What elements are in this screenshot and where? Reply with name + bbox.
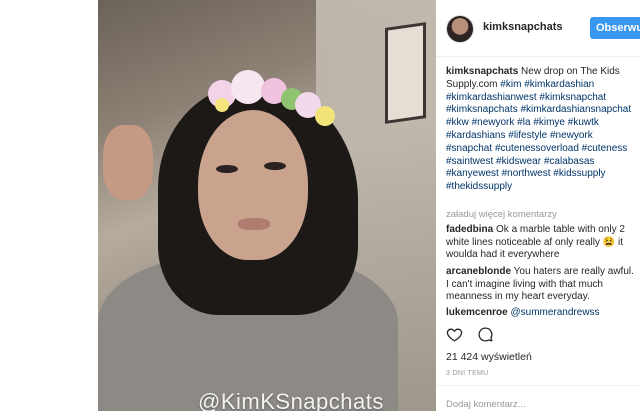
comment-username[interactable]: lukemcenroe <box>446 307 508 318</box>
caption-hashtags: #kim #kimkardashian #kimkardashianwest #… <box>446 79 631 192</box>
load-more-comments-link[interactable]: załaduj więcej komentarzy <box>446 209 557 220</box>
hashtag-link[interactable]: #kardashians <box>446 130 505 141</box>
comment: arcaneblonde You haters are really awful… <box>446 266 636 304</box>
person-eye-left <box>216 165 238 173</box>
hashtag-link[interactable]: #kim <box>500 79 521 90</box>
hashtag-link[interactable]: #kidswear <box>496 156 541 167</box>
view-count: 21 424 wyświetleń <box>446 351 532 363</box>
comment: lukemcenroe @summerandrewss <box>446 307 636 320</box>
speech-bubble-icon[interactable] <box>477 326 494 343</box>
hashtag-link[interactable]: #northwest <box>502 168 551 179</box>
post-side-panel: kimksnapchats Obserwuj kimksnapchats New… <box>436 0 640 411</box>
hashtag-link[interactable]: #kuwtk <box>568 117 599 128</box>
hashtag-link[interactable]: #kimkardashianwest <box>446 92 537 103</box>
hashtag-link[interactable]: #kimkardashian <box>524 79 594 90</box>
hashtag-link[interactable]: #kimksnapchats <box>446 104 518 115</box>
comment: fadedbina Ok a marble table with only 2 … <box>446 224 636 262</box>
post-date[interactable]: 3 DNI TEMU <box>446 370 489 377</box>
person-face <box>198 110 308 260</box>
hashtag-link[interactable]: #calabasas <box>544 156 595 167</box>
hashtag-link[interactable]: #kimkardashiansnapchat <box>520 104 631 115</box>
avatar[interactable] <box>446 15 474 43</box>
add-comment-input[interactable]: Dodaj komentarz... <box>446 399 526 410</box>
hashtag-link[interactable]: #thekidssupply <box>446 181 512 192</box>
person-lips <box>238 218 270 230</box>
heart-outline-icon[interactable] <box>446 326 463 343</box>
comment-username[interactable]: fadedbina <box>446 224 493 235</box>
post-header: kimksnapchats Obserwuj <box>436 0 640 57</box>
hashtag-link[interactable]: #cuteness <box>582 143 628 154</box>
hashtag-link[interactable]: #kimye <box>533 117 565 128</box>
page-background <box>0 0 98 411</box>
hashtag-link[interactable]: #newyork <box>472 117 515 128</box>
divider <box>436 385 640 386</box>
hashtag-link[interactable]: #snapchat <box>446 143 492 154</box>
hashtag-link[interactable]: #kkw <box>446 117 469 128</box>
comment-username[interactable]: arcaneblonde <box>446 266 511 277</box>
caption-username[interactable]: kimksnapchats <box>446 66 518 77</box>
hashtag-link[interactable]: #lifestyle <box>508 130 547 141</box>
post-caption: kimksnapchats New drop on The Kids Suppl… <box>446 66 636 194</box>
comment-mention[interactable]: @summerandrewss <box>510 307 599 318</box>
header-username[interactable]: kimksnapchats <box>483 21 562 33</box>
hashtag-link[interactable]: #la <box>517 117 530 128</box>
follow-button[interactable]: Obserwuj <box>590 17 640 39</box>
flower-crown-filter <box>203 70 433 130</box>
hashtag-link[interactable]: #kanyewest <box>446 168 499 179</box>
hashtag-link[interactable]: #saintwest <box>446 156 493 167</box>
hashtag-link[interactable]: #newyork <box>550 130 593 141</box>
post-actions <box>446 326 504 346</box>
hashtag-link[interactable]: #kidssupply <box>553 168 605 179</box>
post-video[interactable]: @KimKSnapchats <box>98 0 436 411</box>
person-hand <box>103 125 153 200</box>
watermark-text: @KimKSnapchats <box>198 389 384 411</box>
hashtag-link[interactable]: #kimksnapchat <box>539 92 606 103</box>
hashtag-link[interactable]: #cutenessoverload <box>495 143 579 154</box>
person-eye-right <box>264 162 286 170</box>
